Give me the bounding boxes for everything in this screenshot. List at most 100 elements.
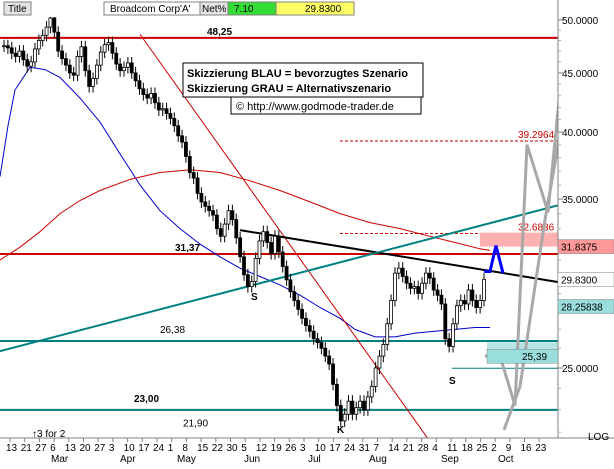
candle-body xyxy=(33,48,37,63)
resistance-zone xyxy=(480,232,558,247)
candle-body xyxy=(168,113,173,119)
candle-body xyxy=(455,305,459,325)
candle-body xyxy=(242,256,246,276)
y-tick-label: 35.0000 xyxy=(562,195,599,206)
x-month-label: Sep xyxy=(441,454,459,464)
x-tick-label: 3 xyxy=(109,443,115,454)
candle-body xyxy=(234,219,239,239)
target-label: 39.2964 xyxy=(518,130,555,141)
candle-body xyxy=(451,323,455,347)
candle-body xyxy=(191,172,196,179)
x-tick-label: 30 xyxy=(227,443,239,454)
x-tick-label: 21 xyxy=(403,443,415,454)
candle-body xyxy=(412,286,417,289)
level-label: 31,37 xyxy=(175,243,200,254)
candle-body xyxy=(114,52,119,65)
candle-body xyxy=(462,300,467,305)
candle-body xyxy=(404,276,409,284)
x-tick-label: 9 xyxy=(506,443,512,454)
candle-body xyxy=(424,272,428,284)
candle-body xyxy=(435,289,440,296)
candle-body xyxy=(296,300,301,310)
candle-body xyxy=(64,58,68,66)
candle-body xyxy=(458,300,463,307)
price-box-label: 29.8300 xyxy=(561,275,598,286)
candle-body xyxy=(300,308,304,319)
candle-body xyxy=(87,70,92,87)
candle-body xyxy=(431,277,436,291)
candle-body xyxy=(377,355,382,369)
x-tick-label: 27 xyxy=(94,443,106,454)
candle-body xyxy=(292,291,297,301)
candle-body xyxy=(335,383,339,406)
x-tick-label: 2 xyxy=(491,443,497,454)
title-label: Title xyxy=(8,4,27,15)
candle-body xyxy=(164,108,169,114)
candle-body xyxy=(122,66,126,72)
copyright-text: © http://www.godmode-trader.de xyxy=(236,101,394,113)
candle-body xyxy=(207,205,212,212)
candle-body xyxy=(75,56,80,76)
candle-body xyxy=(125,62,130,68)
candle-body xyxy=(323,347,328,357)
candle-body xyxy=(230,210,235,220)
candle-body xyxy=(331,363,335,385)
x-tick-label: 12 xyxy=(256,443,268,454)
candle-body xyxy=(284,266,289,281)
candle-body xyxy=(369,386,374,398)
x-tick-label: 27 xyxy=(35,443,47,454)
x-tick-label: 4 xyxy=(432,443,438,454)
x-month-label: Aug xyxy=(369,454,387,464)
candle-body xyxy=(245,274,250,288)
x-month-label: May xyxy=(177,454,196,464)
x-axis: 13 21 27 6 13 20 27 3 10 17 24 1 8 15 22 30 5 12 19 26 3 10 17… xyxy=(0,437,614,465)
instrument-name: Broadcom Corp'A' xyxy=(110,4,191,15)
candle-body xyxy=(102,44,107,53)
candle-body xyxy=(156,102,161,111)
x-tick-label: 22 xyxy=(212,443,224,454)
candle-body xyxy=(71,72,76,76)
candle-body xyxy=(129,62,134,74)
candle-body xyxy=(67,64,72,74)
x-tick-label: 18 xyxy=(462,443,474,454)
candle-body xyxy=(13,52,18,57)
candle-body xyxy=(304,317,308,327)
candle-body xyxy=(420,282,424,294)
candle-body xyxy=(187,156,192,173)
candle-body xyxy=(319,342,324,349)
candle-body xyxy=(400,267,405,277)
candle-body xyxy=(95,64,99,79)
candle-body xyxy=(145,94,150,99)
candle-body xyxy=(338,405,343,422)
candle-body xyxy=(427,272,432,279)
level-label: 21,90 xyxy=(183,418,208,429)
candle-body xyxy=(466,289,471,305)
x-tick-label: 13 xyxy=(6,443,18,454)
x-month-label: Oct xyxy=(498,454,514,464)
price-box-label: 31.8375 xyxy=(561,243,598,254)
x-tick-label: 24 xyxy=(344,443,356,454)
candle-body xyxy=(211,210,215,216)
candle-body xyxy=(346,400,351,415)
x-tick-label: 10 xyxy=(124,443,136,454)
legend-note: Skizzierung BLAU = bevorzugtes Szenario … xyxy=(182,62,424,98)
candle-body xyxy=(354,407,359,415)
candle-body xyxy=(203,201,208,207)
level-label: 48,25 xyxy=(207,27,232,38)
copyright-box: © http://www.godmode-trader.de xyxy=(230,96,422,115)
candle-body xyxy=(40,34,45,41)
candle-body xyxy=(36,40,41,50)
price-box-label: 28.25838 xyxy=(561,302,603,313)
x-tick-label: 28 xyxy=(418,443,430,454)
y-tick-label: 45.0000 xyxy=(562,69,599,80)
x-tick-label: 13 xyxy=(65,443,77,454)
candle-body xyxy=(439,294,444,305)
note-gray: Skizzierung GRAU = Alternativszenario xyxy=(187,83,391,95)
candle-body xyxy=(17,50,22,57)
candle-body xyxy=(133,72,138,82)
candle-body xyxy=(474,300,479,308)
y-tick-label: 50.0000 xyxy=(562,16,599,27)
candle-body xyxy=(60,50,64,59)
x-tick-label: 23 xyxy=(535,443,547,454)
x-month-label: Jul xyxy=(308,454,321,464)
